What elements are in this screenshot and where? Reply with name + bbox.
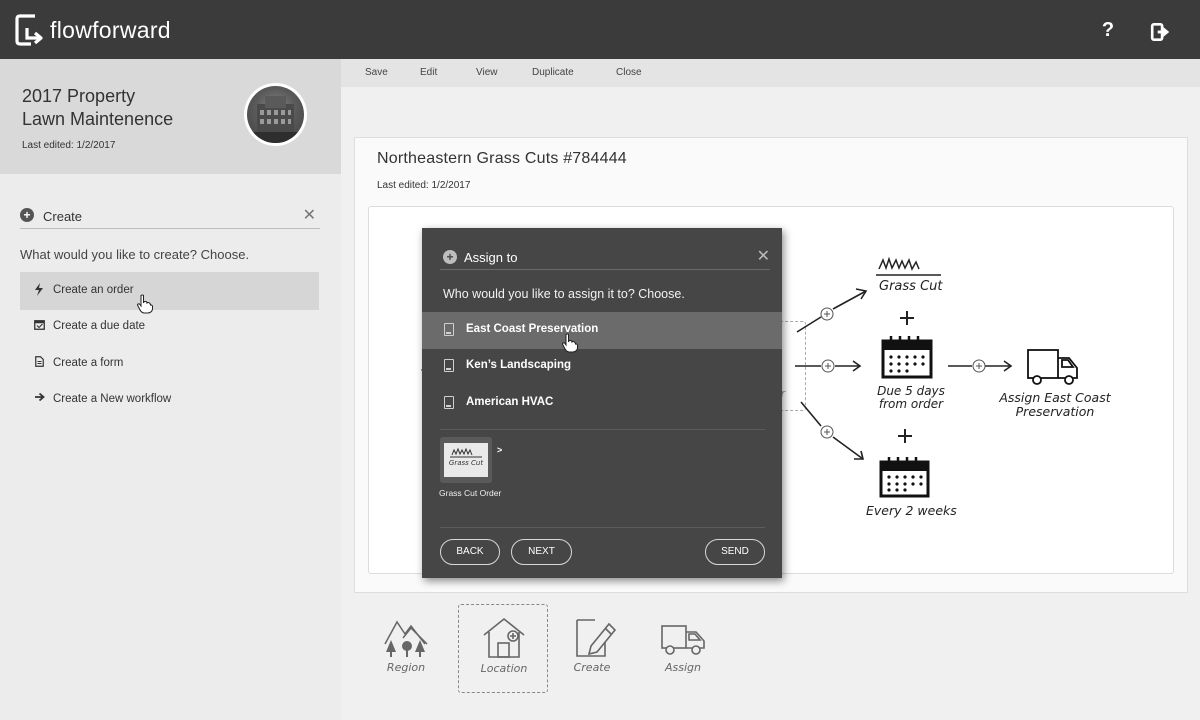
building-photo bbox=[247, 86, 304, 143]
step-label: Assign bbox=[665, 661, 701, 674]
toolbar-edit[interactable]: Edit bbox=[420, 67, 437, 78]
truck-icon bbox=[661, 625, 705, 655]
building-icon bbox=[444, 359, 454, 372]
step-create[interactable]: Create bbox=[547, 604, 637, 693]
menu-item-create-workflow[interactable]: Create a New workflow bbox=[20, 381, 319, 419]
modal-prompt: Who would you like to assign it to? Choo… bbox=[443, 287, 685, 301]
modal-title: Assign to bbox=[464, 250, 518, 265]
calendar-icon bbox=[32, 319, 46, 333]
app-header: flowforward ? bbox=[0, 0, 1200, 59]
step-location[interactable]: Location bbox=[458, 604, 548, 693]
assign-option-american-hvac[interactable]: American HVAC bbox=[422, 385, 782, 422]
menu-item-create-form[interactable]: Create a form bbox=[20, 345, 319, 383]
assign-option-label: Ken’s Landscaping bbox=[466, 359, 572, 371]
menu-item-create-order[interactable]: Create an order bbox=[20, 272, 319, 314]
thumbnail-label: Grass Cut Order bbox=[439, 488, 502, 498]
toolbar-save[interactable]: Save bbox=[365, 67, 388, 78]
divider bbox=[440, 429, 765, 430]
calendar-sketch-2 bbox=[879, 457, 930, 498]
create-icon bbox=[576, 619, 617, 657]
thumbnail-text: Grass Cut bbox=[448, 459, 484, 467]
menu-item-label: Create an order bbox=[53, 284, 134, 296]
menu-item-label: Create a form bbox=[53, 357, 124, 369]
bolt-icon bbox=[32, 283, 46, 297]
step-region[interactable]: Region bbox=[361, 604, 451, 693]
plus-circle-icon: + bbox=[20, 208, 34, 222]
arrow-right-icon bbox=[32, 392, 46, 406]
create-label: Create bbox=[43, 209, 83, 224]
close-icon[interactable]: ✕ bbox=[757, 246, 770, 266]
divider bbox=[440, 527, 765, 528]
question-icon[interactable]: ? bbox=[1097, 19, 1119, 41]
menu-item-create-due-date[interactable]: Create a due date bbox=[20, 308, 319, 346]
building-icon bbox=[444, 323, 454, 336]
building-icon bbox=[444, 396, 454, 409]
logout-icon[interactable] bbox=[1150, 21, 1172, 43]
grass-cut-label: Grass Cut bbox=[879, 279, 943, 294]
assign-option-east-coast[interactable]: East Coast Preservation bbox=[422, 312, 782, 353]
menu-item-label: Create a New workflow bbox=[53, 393, 172, 405]
assign-option-label: American HVAC bbox=[466, 396, 554, 408]
assign-option-kens[interactable]: Ken’s Landscaping bbox=[422, 348, 782, 385]
step-label: Create bbox=[573, 661, 611, 674]
step-label: Region bbox=[386, 661, 426, 674]
assign-label: Assign East Coast Preservation bbox=[999, 390, 1111, 419]
toolbar: Save Edit View Duplicate Close bbox=[341, 59, 1200, 87]
project-last-edited: Last edited: 1/2/2017 bbox=[22, 140, 116, 151]
flowforward-logo-icon bbox=[15, 14, 43, 46]
toolbar-close[interactable]: Close bbox=[616, 67, 642, 78]
house-icon bbox=[483, 617, 525, 658]
every-label: Every 2 weeks bbox=[866, 503, 957, 518]
left-sidebar: 2017 Property Lawn Maintenence Last edit… bbox=[0, 59, 341, 720]
project-card: 2017 Property Lawn Maintenence Last edit… bbox=[0, 59, 341, 174]
region-icon bbox=[384, 620, 428, 657]
truck-sketch bbox=[1027, 349, 1078, 385]
project-avatar[interactable] bbox=[244, 83, 307, 146]
plus-circle-icon: + bbox=[443, 250, 457, 264]
toolbar-view[interactable]: View bbox=[476, 67, 498, 78]
workflow-last-edited: Last edited: 1/2/2017 bbox=[377, 180, 471, 191]
form-icon bbox=[32, 356, 46, 370]
next-button[interactable]: NEXT bbox=[511, 539, 572, 565]
create-header: + Create ✕ bbox=[20, 205, 320, 229]
calendar-sketch bbox=[881, 336, 933, 379]
toolbar-duplicate[interactable]: Duplicate bbox=[532, 67, 574, 78]
close-icon[interactable]: ✕ bbox=[303, 205, 316, 225]
project-title: 2017 Property Lawn Maintenence bbox=[22, 86, 174, 129]
back-button[interactable]: BACK bbox=[440, 539, 500, 565]
brand-name: flowforward bbox=[50, 17, 171, 43]
order-thumbnail[interactable]: Grass Cut bbox=[440, 437, 492, 483]
assign-modal: + Assign to ✕ Who would you like to assi… bbox=[422, 228, 782, 578]
menu-item-label: Create a due date bbox=[53, 320, 146, 332]
due-label: Due 5 days from order bbox=[877, 384, 945, 411]
step-assign[interactable]: Assign bbox=[638, 604, 728, 693]
thumbnail-image: Grass Cut bbox=[444, 443, 488, 477]
step-label: Location bbox=[480, 662, 528, 675]
modal-header: + Assign to ✕ bbox=[440, 246, 770, 270]
workflow-title: Northeastern Grass Cuts #784444 bbox=[377, 150, 627, 167]
thumbnail-caret: > bbox=[497, 445, 503, 455]
send-button[interactable]: SEND bbox=[705, 539, 765, 565]
create-prompt: What would you like to create? Choose. bbox=[20, 247, 250, 262]
